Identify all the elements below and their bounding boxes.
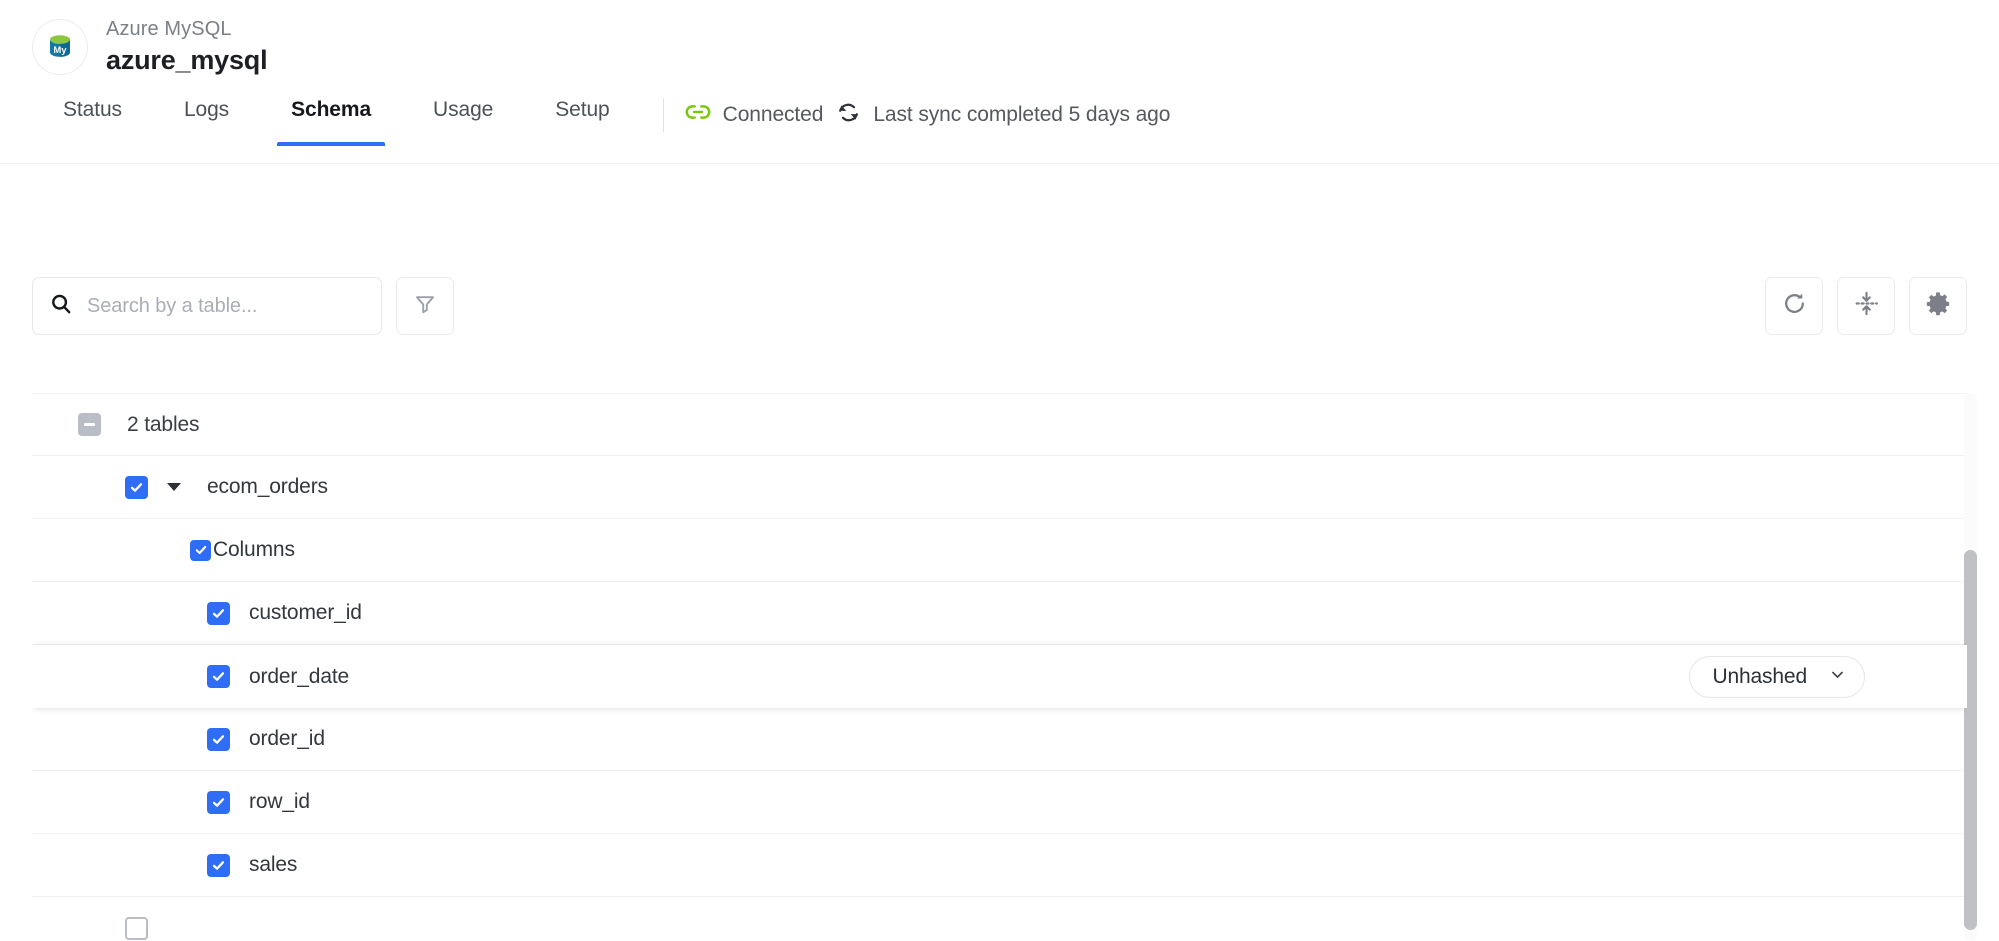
settings-button[interactable] [1909,277,1967,335]
check-icon [212,608,225,618]
collapse-vertical-icon [1853,290,1880,322]
tree-scrollbar-thumb[interactable] [1964,550,1977,930]
check-icon [212,797,225,807]
table-checkbox[interactable] [125,475,148,499]
tab-schema[interactable]: Schema [277,90,385,146]
refresh-button[interactable] [1765,277,1823,335]
collapse-all-button[interactable] [1837,277,1895,335]
check-icon [212,860,225,870]
svg-text:My: My [53,45,67,56]
search-icon [49,292,73,321]
tab-setup[interactable]: Setup [555,90,609,146]
search-input[interactable] [87,294,365,318]
minus-square-icon [84,423,95,426]
connection-status: Connected [684,98,824,131]
sync-refresh-icon [835,99,862,131]
tree-row-table-partial[interactable] [32,897,1967,941]
check-icon [212,734,225,744]
tree-row-table[interactable]: ecom_orders [32,456,1967,519]
column-checkbox[interactable] [207,853,230,877]
gear-icon [1924,290,1952,323]
connection-status-label: Connected [722,102,824,126]
schema-tree: 2 tables ecom_orders Columns customer_id… [32,393,1967,941]
toolbar-actions [1765,277,1967,335]
check-icon [212,672,225,681]
connector-brand: My Azure MySQL azure_mysql [32,0,1999,77]
column-name: order_id [249,727,325,750]
page-header: My Azure MySQL azure_mysql Status Logs S… [0,0,1999,164]
column-checkbox[interactable] [207,790,230,814]
columns-group-label: Columns [213,538,295,561]
last-sync-label: Last sync completed 5 days ago [873,102,1171,126]
search-box[interactable] [32,277,382,335]
table-name: ecom_orders [207,475,328,498]
root-toggle-checkbox[interactable] [78,413,101,436]
column-name: sales [249,853,298,876]
tab-logs[interactable]: Logs [184,90,229,146]
last-sync-status: Last sync completed 5 days ago [835,99,1170,131]
tree-row-root[interactable]: 2 tables [32,393,1967,456]
column-checkbox[interactable] [207,727,230,751]
header-divider [0,163,1999,164]
filter-funnel-icon [413,292,437,321]
chevron-down-icon [1829,666,1846,688]
column-checkbox[interactable] [207,601,230,625]
tab-status[interactable]: Status [63,90,122,146]
hashing-dropdown[interactable]: Unhashed [1689,655,1865,698]
link-connected-icon [684,98,712,131]
column-actions: Unhashed [1689,655,1865,698]
columns-group-checkbox[interactable] [190,539,211,561]
mysql-database-icon: My [32,19,88,75]
tree-row-column[interactable]: customer_id [32,582,1967,645]
check-icon [195,545,206,555]
column-checkbox[interactable] [207,665,230,688]
page-title: azure_mysql [106,45,268,75]
tab-usage[interactable]: Usage [433,90,493,146]
connector-titles: Azure MySQL azure_mysql [106,17,268,77]
column-name: row_id [249,790,310,813]
column-name: customer_id [249,601,362,624]
connection-status-group: Connected Last sync completed 5 days ago [684,98,1170,146]
tab-list: Status Logs Schema Usage Setup [32,90,641,146]
tree-row-column[interactable]: order_id [32,708,1967,771]
tree-row-columns-group[interactable]: Columns [32,519,1967,582]
nav-divider [662,98,664,132]
root-label: 2 tables [127,412,200,436]
filter-button[interactable] [396,277,454,335]
table-checkbox[interactable] [125,916,148,940]
schema-toolbar [0,277,1999,335]
tree-row-column-order-date[interactable]: order_date Unhashed [32,645,1967,708]
check-icon [130,482,143,492]
schema-page: My Azure MySQL azure_mysql Status Logs S… [0,0,1999,941]
tab-navigation: Status Logs Schema Usage Setup Connected… [32,90,1999,146]
connector-type: Azure MySQL [106,18,232,40]
tree-row-column[interactable]: row_id [32,771,1967,834]
caret-down-icon[interactable] [167,483,181,491]
column-name: order_date [249,664,350,688]
tree-row-column[interactable]: sales [32,834,1967,897]
refresh-icon [1781,290,1808,322]
hashing-dropdown-value: Unhashed [1712,664,1807,688]
